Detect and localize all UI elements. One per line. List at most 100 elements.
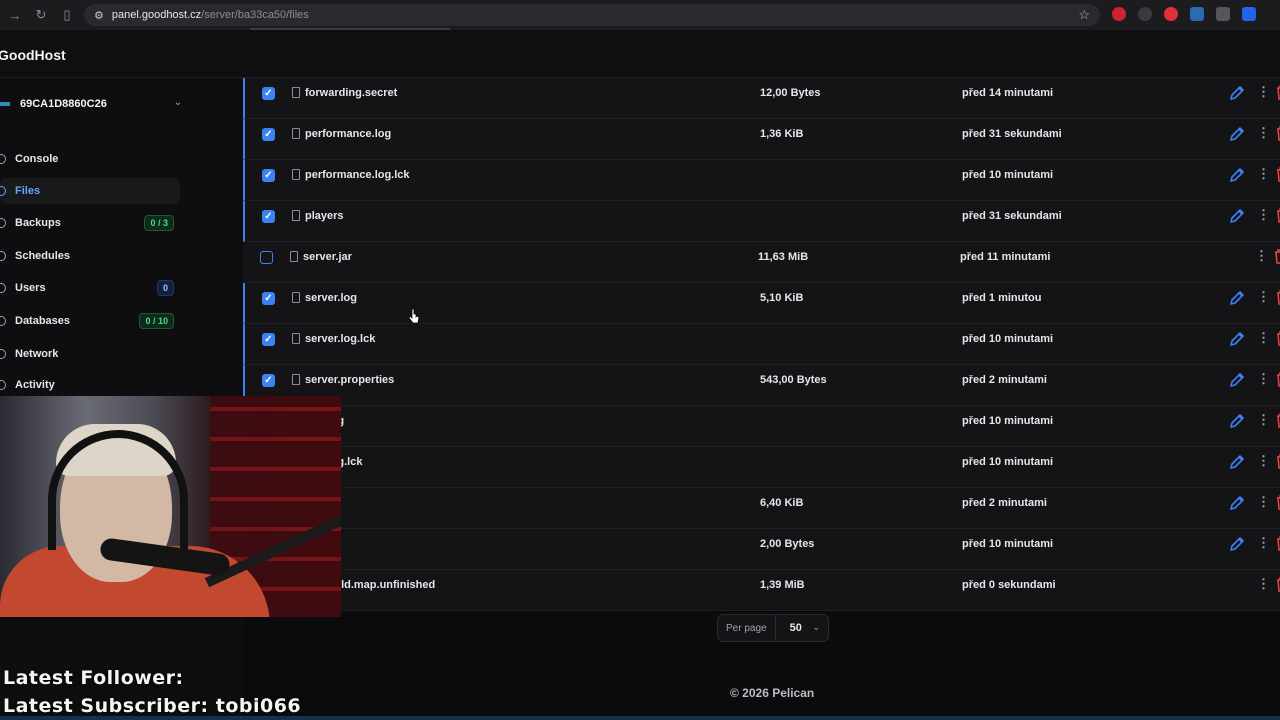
sidebar-toggle-icon[interactable]: ▯ [56, 4, 78, 26]
file-row[interactable]: ✓ performance.log 1,36 KiB před 31 sekundam… [243, 119, 1280, 160]
more-actions-icon[interactable]: ⋮ [1257, 125, 1270, 141]
edit-pencil-icon[interactable] [1228, 125, 1246, 143]
sidebar-item-databases[interactable]: Databases 0 / 10 [0, 308, 180, 334]
file-row[interactable]: ✓ performance.log.lck před 10 minutami ⋮ [243, 160, 1280, 201]
trash-icon[interactable] [1275, 535, 1280, 551]
trash-icon[interactable] [1273, 248, 1280, 264]
file-checkbox[interactable]: ✓ [262, 333, 275, 346]
edit-pencil-icon[interactable] [1228, 412, 1246, 430]
trash-icon[interactable] [1275, 330, 1280, 346]
file-row[interactable]: ✓.toml6,40 KiBpřed 2 minutami⋮ [243, 488, 1280, 529]
more-actions-icon[interactable]: ⋮ [1257, 453, 1270, 469]
file-row[interactable]: ✓ forwarding.secret 12,00 Bytes před 14 min… [243, 78, 1280, 119]
file-name[interactable]: server.jar [303, 251, 352, 263]
bookmark-star-icon[interactable]: ☆ [1078, 7, 1090, 23]
file-checkbox[interactable]: ✓ [262, 169, 275, 182]
file-name[interactable]: players [305, 210, 344, 222]
file-checkbox[interactable]: ✓ [262, 374, 275, 387]
sidebar-item-label: Backups [15, 217, 61, 229]
sidebar-item-schedules[interactable]: Schedules [0, 243, 180, 269]
edit-pencil-icon[interactable] [1228, 84, 1246, 102]
file-name[interactable]: server.log.lck [305, 333, 375, 345]
more-actions-icon[interactable]: ⋮ [1257, 412, 1270, 428]
chevron-down-icon: ⌄ [173, 97, 182, 108]
edit-pencil-icon[interactable] [1228, 494, 1246, 512]
more-actions-icon[interactable]: ⋮ [1257, 535, 1270, 551]
file-name[interactable]: server.log [305, 292, 357, 304]
edit-pencil-icon[interactable] [1228, 453, 1246, 471]
extension-icon[interactable] [1138, 7, 1152, 21]
brand-logo[interactable]: GoodHost [0, 47, 66, 63]
trash-icon[interactable] [1275, 494, 1280, 510]
file-modified: před 0 sekundami [962, 579, 1056, 591]
server-selector[interactable]: 69CA1D8860C26 ⌄ [0, 92, 190, 116]
more-actions-icon[interactable]: ⋮ [1257, 166, 1270, 182]
file-checkbox[interactable]: ✓ [262, 87, 275, 100]
edit-pencil-icon[interactable] [1228, 371, 1246, 389]
file-row[interactable]: ✓st.txt2,00 Bytespřed 10 minutami⋮ [243, 529, 1280, 570]
file-modified: před 14 minutami [962, 87, 1054, 99]
file-modified: před 10 minutami [962, 415, 1054, 427]
databases-count-badge: 0 / 10 [139, 313, 174, 329]
extension-icon[interactable] [1216, 7, 1230, 21]
trash-icon[interactable] [1275, 84, 1280, 100]
sidebar-item-activity[interactable]: Activity [0, 372, 180, 398]
sidebar-item-backups[interactable]: Backups 0 / 3 [0, 210, 180, 236]
edit-pencil-icon[interactable] [1228, 330, 1246, 348]
more-actions-icon[interactable]: ⋮ [1257, 576, 1270, 592]
per-page-select[interactable]: Per page 50 ⌄ [717, 614, 829, 642]
file-row[interactable]: ✓verworld.map.unfinished1,39 MiBpřed 0 s… [243, 570, 1280, 611]
sidebar-item-files[interactable]: Files [0, 178, 180, 204]
file-checkbox[interactable] [260, 251, 273, 264]
more-actions-icon[interactable]: ⋮ [1257, 207, 1270, 223]
extension-icon[interactable] [1164, 7, 1178, 21]
file-checkbox[interactable]: ✓ [262, 292, 275, 305]
trash-icon[interactable] [1275, 453, 1280, 469]
trash-icon[interactable] [1275, 166, 1280, 182]
address-bar[interactable]: ⚙ panel.goodhost.cz/server/ba33ca50/file… [84, 4, 1100, 26]
more-actions-icon[interactable]: ⋮ [1257, 371, 1270, 387]
file-row[interactable]: server.jar 11,63 MiB před 11 minutami ⋮ [243, 242, 1280, 283]
file-row[interactable]: ✓ous.log.lckpřed 10 minutami⋮ [243, 447, 1280, 488]
more-actions-icon[interactable]: ⋮ [1257, 84, 1270, 100]
sidebar-item-network[interactable]: Network [0, 341, 180, 367]
file-checkbox[interactable]: ✓ [262, 128, 275, 141]
trash-icon[interactable] [1275, 371, 1280, 387]
reload-icon[interactable]: ↻ [30, 4, 52, 26]
sidebar-item-users[interactable]: Users 0 [0, 275, 180, 301]
file-row[interactable]: ✓ server.log.lck před 10 minutami ⋮ [243, 324, 1280, 365]
site-info-icon[interactable]: ⚙ [94, 9, 104, 22]
file-row[interactable]: ✓ server.properties 543,00 Bytes před 2 min… [243, 365, 1280, 406]
edit-pencil-icon[interactable] [1228, 535, 1246, 553]
extension-icon[interactable] [1190, 7, 1204, 21]
more-actions-icon[interactable]: ⋮ [1257, 330, 1270, 346]
file-icon [292, 374, 300, 385]
trash-icon[interactable] [1275, 125, 1280, 141]
edit-pencil-icon[interactable] [1228, 207, 1246, 225]
edit-pencil-icon[interactable] [1228, 166, 1246, 184]
edit-pencil-icon[interactable] [1228, 289, 1246, 307]
file-name[interactable]: performance.log [305, 128, 391, 140]
file-modified: před 10 minutami [962, 169, 1054, 181]
file-row[interactable]: ✓ous.logpřed 10 minutami⋮ [243, 406, 1280, 447]
trash-icon[interactable] [1275, 207, 1280, 223]
file-checkbox[interactable]: ✓ [262, 210, 275, 223]
trash-icon[interactable] [1275, 412, 1280, 428]
trash-icon[interactable] [1275, 289, 1280, 305]
file-name[interactable]: server.properties [305, 374, 394, 386]
file-row[interactable]: ✓ players před 31 sekundami ⋮ [243, 201, 1280, 242]
more-actions-icon[interactable]: ⋮ [1255, 248, 1268, 264]
extension-icon[interactable] [1112, 7, 1126, 21]
trash-icon[interactable] [1275, 576, 1280, 592]
forward-icon[interactable]: → [4, 4, 26, 26]
url-host: panel.goodhost.cz [111, 9, 202, 21]
more-actions-icon[interactable]: ⋮ [1257, 289, 1270, 305]
file-row[interactable]: ✓ server.log 5,10 KiB před 1 minutou ⋮ [243, 283, 1280, 324]
more-actions-icon[interactable]: ⋮ [1257, 494, 1270, 510]
file-name[interactable]: forwarding.secret [305, 87, 397, 99]
file-name[interactable]: performance.log.lck [305, 169, 410, 181]
extensions-puzzle-icon[interactable] [1242, 7, 1256, 21]
per-page-value: 50 [789, 622, 802, 634]
sidebar-item-console[interactable]: Console [0, 146, 180, 172]
file-modified: před 10 minutami [962, 333, 1054, 345]
